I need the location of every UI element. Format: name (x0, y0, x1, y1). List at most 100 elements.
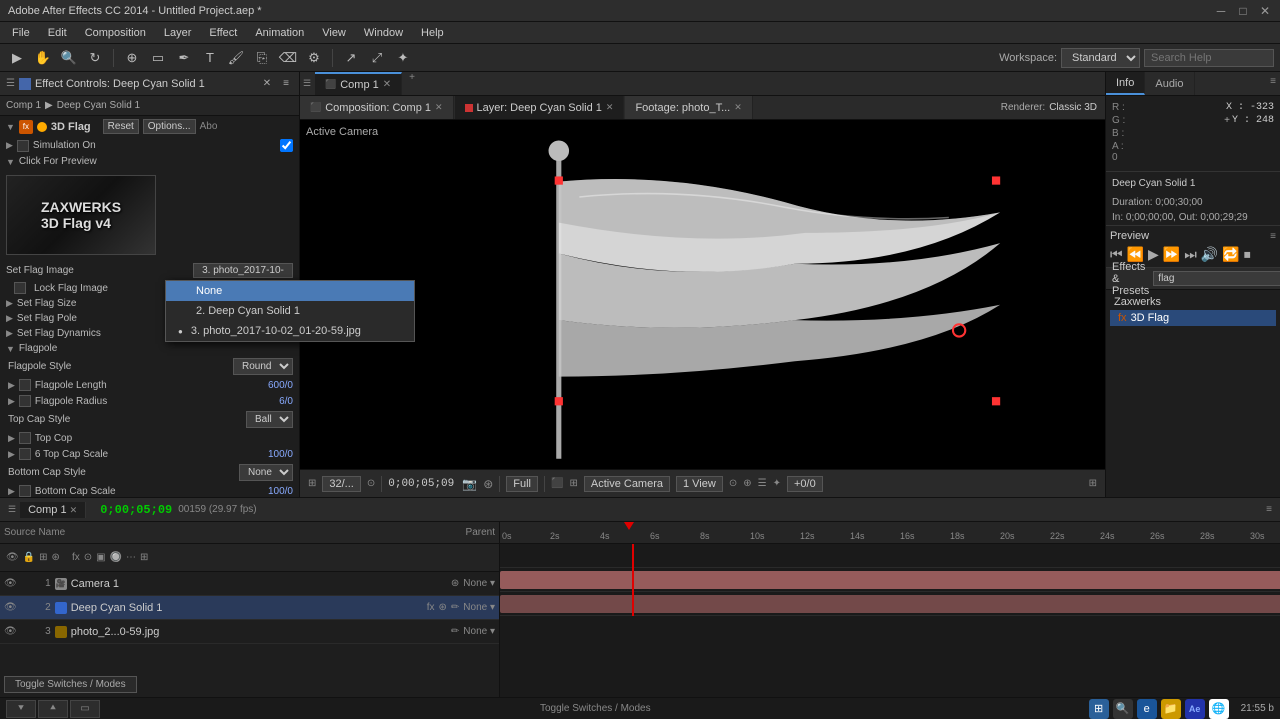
click-preview-row[interactable]: ▼ Click For Preview (0, 154, 299, 169)
preview-last[interactable]: ⏭ (1184, 246, 1197, 263)
tl-ctrl5[interactable]: fx (72, 552, 80, 563)
panel-close-btn[interactable]: ✕ (259, 77, 275, 90)
tl-layer-1[interactable]: 👁 1 🎥 Camera 1 ⊛ None ▾ (0, 572, 499, 596)
viewer-view-dropdown[interactable]: 1 View (676, 476, 723, 492)
tool-rect[interactable]: ▭ (147, 47, 169, 69)
preview-stop[interactable]: ⏹ (1244, 246, 1251, 263)
tl-solo-1[interactable]: ⊛ (451, 578, 459, 589)
tool-text[interactable]: T (199, 47, 221, 69)
tl-edit-2[interactable]: ✏ (451, 602, 459, 613)
bottom-cap-scale-value[interactable]: 100/0 (268, 486, 293, 497)
menu-layer[interactable]: Layer (156, 25, 200, 41)
tl-edit-3[interactable]: ✏ (451, 626, 459, 637)
layer-tab-comp[interactable]: ⬛ Composition: Comp 1 ✕ (300, 96, 454, 119)
tl-ctrl4[interactable]: ⊛ (52, 552, 60, 563)
top-cap-style-dropdown[interactable]: Ball (246, 411, 293, 428)
effect-header[interactable]: ▼ fx 3D Flag Reset Options... Abo (0, 116, 299, 137)
tool-extra2[interactable]: ⤢ (366, 47, 388, 69)
tl-layer-2[interactable]: 👁 2 Deep Cyan Solid 1 fx ⊛ ✏ None ▾ (0, 596, 499, 620)
menu-view[interactable]: View (314, 25, 354, 41)
tl-ctrl8[interactable]: 🔘 (110, 552, 122, 563)
tool-puppet[interactable]: ⚙ (303, 47, 325, 69)
viewer-icon8[interactable]: ✦ (773, 478, 781, 489)
tl-ctrl9[interactable]: ⋯ (126, 552, 136, 563)
taskbar-icon-ae[interactable]: Ae (1185, 699, 1205, 719)
tool-hand[interactable]: ✋ (32, 47, 54, 69)
minimize-button[interactable]: ─ (1214, 4, 1228, 18)
tool-brush[interactable]: 🖌 (225, 47, 247, 69)
viewer-extra1[interactable]: ⊛ (483, 477, 493, 491)
tl-vis-3[interactable]: 👁 (4, 626, 17, 637)
top-cap-scale-value[interactable]: 100/0 (268, 449, 293, 460)
tool-eraser[interactable]: ⌫ (277, 47, 299, 69)
effects-group-zaxwerks-header[interactable]: Zaxwerks (1110, 294, 1276, 310)
viewer-icon2[interactable]: ⊙ (367, 478, 375, 489)
set-flag-image-dropdown[interactable]: 3. photo_2017-10- (193, 263, 293, 278)
tl-parent-3[interactable]: None ▾ (463, 626, 495, 637)
options-btn[interactable]: Options... (143, 119, 196, 134)
tl-bar-2[interactable] (500, 571, 1280, 589)
dropdown-item-none[interactable]: None (166, 281, 414, 301)
menu-composition[interactable]: Composition (77, 25, 154, 41)
dropdown-item-photo[interactable]: 3. photo_2017-10-02_01-20-59.jpg (166, 321, 414, 341)
menu-file[interactable]: File (4, 25, 38, 41)
taskbar-icon-search[interactable]: 🔍 (1113, 699, 1133, 719)
tl-ctrl1[interactable]: 👁 (6, 552, 19, 563)
tool-select[interactable]: ▶ (6, 47, 28, 69)
tool-extra1[interactable]: ↗ (340, 47, 362, 69)
flagpole-section-row[interactable]: ▼ Flagpole (0, 341, 299, 356)
viewer-icon7[interactable]: ☰ (758, 478, 767, 489)
effects-search-input[interactable] (1153, 271, 1280, 286)
workspace-dropdown[interactable]: Standard (1061, 48, 1140, 68)
taskbar-btn3[interactable]: ▭ (70, 700, 100, 718)
preview-play[interactable]: ▶ (1148, 246, 1159, 263)
menu-window[interactable]: Window (356, 25, 411, 41)
viewer-timecode-adjust[interactable]: +0/0 (787, 476, 823, 492)
tool-zoom[interactable]: 🔍 (58, 47, 80, 69)
tool-rotation[interactable]: ↻ (84, 47, 106, 69)
tl-parent-1[interactable]: None ▾ (463, 578, 495, 589)
tl-solo-2[interactable]: ⊛ (439, 602, 447, 613)
preview-next[interactable]: ⏩ (1163, 246, 1180, 263)
comp-tab-close[interactable]: ✕ (383, 79, 391, 90)
breadcrumb-layer[interactable]: Deep Cyan Solid 1 (57, 100, 140, 111)
flagpole-style-dropdown[interactable]: Round (233, 358, 293, 375)
tool-stamp[interactable]: ⎘ (251, 47, 273, 69)
viewer-snap-icon[interactable]: ⊞ (308, 478, 316, 489)
viewer-camera-dropdown[interactable]: Active Camera (584, 476, 670, 492)
layer-tab-layer[interactable]: Layer: Deep Cyan Solid 1 ✕ (455, 96, 625, 119)
new-tab-btn[interactable]: + (403, 72, 421, 95)
simulation-on-checkbox[interactable] (280, 139, 293, 152)
tl-layer-3[interactable]: 👁 3 photo_2...0-59.jpg ✏ None ▾ (0, 620, 499, 644)
comp-tab-comp1[interactable]: ⬛ Comp 1 ✕ (315, 72, 402, 95)
effects-item-3dflag[interactable]: fx 3D Flag (1110, 310, 1276, 326)
search-help-input[interactable] (1144, 49, 1274, 67)
viewer-icon5[interactable]: ⊙ (729, 478, 737, 489)
dropdown-item-solid[interactable]: 2. Deep Cyan Solid 1 (166, 301, 414, 321)
viewer-icon4[interactable]: ⊞ (569, 478, 577, 489)
tl-vis-1[interactable]: 👁 (4, 578, 17, 589)
tl-menu-icon[interactable]: ≡ (1266, 504, 1272, 515)
viewer-zoom[interactable]: 32/... (322, 476, 360, 492)
tl-ctrl2[interactable]: 🔒 (23, 552, 35, 563)
preview-loop[interactable]: 🔁 (1222, 246, 1239, 263)
camera-icon[interactable]: 📷 (462, 477, 477, 491)
tab-info[interactable]: Info (1106, 72, 1145, 95)
viewer-quality[interactable]: Full (506, 476, 538, 492)
tab-audio[interactable]: Audio (1145, 72, 1194, 95)
tl-parent-2[interactable]: None ▾ (463, 602, 495, 613)
menu-edit[interactable]: Edit (40, 25, 75, 41)
viewer-icon6[interactable]: ⊕ (743, 478, 751, 489)
taskbar-btn1[interactable]: ⯆ (6, 700, 36, 718)
tl-ctrl3[interactable]: ⊞ (39, 552, 47, 563)
bottom-cap-style-dropdown[interactable]: None (239, 464, 293, 481)
reset-btn[interactable]: Reset (103, 119, 139, 134)
tl-bar-3[interactable] (500, 595, 1280, 613)
taskbar-icon-windows[interactable]: ⊞ (1089, 699, 1109, 719)
taskbar-icon-ie[interactable]: e (1137, 699, 1157, 719)
tl-ctrl7[interactable]: ▣ (96, 552, 105, 563)
taskbar-icon-chrome[interactable]: 🌐 (1209, 699, 1229, 719)
preview-menu[interactable]: ≡ (1270, 231, 1276, 242)
tool-pen[interactable]: ✒ (173, 47, 195, 69)
viewer-icon3[interactable]: ⬛ (551, 478, 563, 489)
